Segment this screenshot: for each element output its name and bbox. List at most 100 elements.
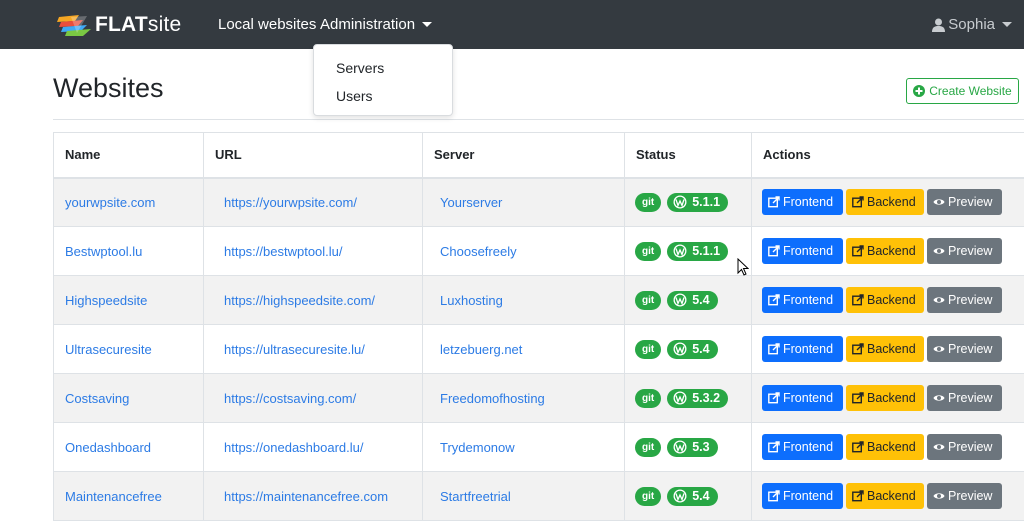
server-link[interactable]: Freedomofhosting	[440, 391, 545, 406]
cell-url: https://costsaving.com/	[203, 373, 423, 423]
wordpress-icon	[673, 293, 687, 307]
table-header-row: Name URL Server Status Actions	[53, 132, 1024, 179]
site-url-link[interactable]: https://highspeedsite.com/	[224, 293, 375, 308]
git-badge: git	[635, 241, 662, 261]
backend-button[interactable]: Backend	[846, 385, 924, 411]
cell-actions: Frontend Backend Preview	[751, 177, 1024, 227]
git-badge: git	[635, 339, 662, 359]
cell-server: Yourserver	[422, 177, 625, 227]
site-url-link[interactable]: https://maintenancefree.com	[224, 489, 388, 504]
websites-table: Name URL Server Status Actions yourwpsit…	[53, 132, 1024, 521]
preview-button[interactable]: Preview	[927, 238, 1002, 264]
server-link[interactable]: Trydemonow	[440, 440, 515, 455]
divider	[53, 119, 1024, 120]
preview-button[interactable]: Preview	[927, 287, 1002, 313]
top-navbar: FLATsite Local websites Administration S…	[0, 0, 1024, 49]
preview-button[interactable]: Preview	[927, 434, 1002, 460]
site-url-link[interactable]: https://costsaving.com/	[224, 391, 356, 406]
nav-local-websites[interactable]: Local websites	[218, 16, 316, 33]
git-badge: git	[635, 290, 662, 310]
preview-button[interactable]: Preview	[927, 385, 1002, 411]
column-header-url: URL	[203, 132, 423, 179]
preview-label: Preview	[948, 195, 993, 210]
table-row: Highspeedsite https://highspeedsite.com/…	[53, 275, 1024, 325]
backend-label: Backend	[867, 391, 916, 405]
eye-icon	[933, 248, 945, 254]
site-url-link[interactable]: https://yourwpsite.com/	[224, 195, 357, 210]
user-menu[interactable]: Sophia	[932, 16, 1012, 33]
dropdown-item-servers[interactable]: Servers	[336, 60, 384, 76]
external-link-icon	[852, 343, 864, 355]
server-link[interactable]: Startfreetrial	[440, 489, 511, 504]
site-url-link[interactable]: https://onedashboard.lu/	[224, 440, 364, 455]
external-link-icon	[768, 196, 780, 208]
site-name-link[interactable]: Costsaving	[65, 391, 129, 406]
plus-circle-icon	[913, 85, 926, 97]
backend-button[interactable]: Backend	[846, 287, 924, 313]
cell-status: git 5.4	[624, 471, 752, 521]
frontend-button[interactable]: Frontend	[762, 189, 843, 216]
cell-server: Startfreetrial	[422, 471, 625, 521]
cell-actions: Frontend Backend Preview	[751, 373, 1024, 423]
backend-button[interactable]: Backend	[846, 336, 924, 362]
site-name-link[interactable]: Onedashboard	[65, 440, 151, 455]
backend-button[interactable]: Backend	[846, 189, 924, 216]
nav-administration[interactable]: Administration	[320, 16, 433, 33]
table-row: Costsaving https://costsaving.com/ Freed…	[53, 373, 1024, 423]
cell-name: yourwpsite.com	[53, 177, 204, 227]
preview-label: Preview	[948, 391, 993, 405]
server-link[interactable]: Luxhosting	[440, 293, 503, 308]
server-link[interactable]: Choosefreely	[440, 244, 517, 259]
frontend-label: Frontend	[783, 293, 834, 307]
external-link-icon	[852, 294, 864, 306]
backend-label: Backend	[867, 489, 916, 503]
backend-label: Backend	[867, 440, 916, 454]
cell-name: Maintenancefree	[53, 471, 204, 521]
dropdown-item-users[interactable]: Users	[336, 88, 373, 104]
brand-logo[interactable]: FLATsite	[57, 12, 181, 38]
wordpress-version: 5.1.1	[692, 244, 721, 258]
cell-server: Luxhosting	[422, 275, 625, 325]
eye-icon	[933, 493, 945, 499]
frontend-button[interactable]: Frontend	[762, 238, 843, 264]
backend-label: Backend	[867, 244, 916, 258]
frontend-label: Frontend	[783, 489, 834, 503]
cell-name: Ultrasecuresite	[53, 324, 204, 374]
cell-server: Trydemonow	[422, 422, 625, 472]
frontend-button[interactable]: Frontend	[762, 385, 843, 411]
frontend-button[interactable]: Frontend	[762, 434, 843, 460]
server-link[interactable]: Yourserver	[440, 195, 502, 210]
create-website-button[interactable]: Create Website	[906, 78, 1019, 104]
backend-button[interactable]: Backend	[846, 238, 924, 264]
site-name-link[interactable]: Maintenancefree	[65, 489, 162, 504]
site-url-link[interactable]: https://ultrasecuresite.lu/	[224, 342, 365, 357]
backend-button[interactable]: Backend	[846, 434, 924, 460]
nav-administration-label: Administration	[320, 16, 416, 33]
site-name-link[interactable]: yourwpsite.com	[65, 195, 155, 210]
preview-button[interactable]: Preview	[927, 336, 1002, 362]
server-link[interactable]: letzebuerg.net	[440, 342, 522, 357]
site-name-link[interactable]: Highspeedsite	[65, 293, 147, 308]
cell-url: https://bestwptool.lu/	[203, 226, 423, 276]
site-name-link[interactable]: Ultrasecuresite	[65, 342, 152, 357]
wordpress-version: 5.4	[692, 342, 710, 356]
column-header-status: Status	[624, 132, 752, 179]
external-link-icon	[852, 245, 864, 257]
external-link-icon	[768, 490, 780, 502]
site-name-link[interactable]: Bestwptool.lu	[65, 244, 142, 259]
preview-button[interactable]: Preview	[927, 189, 1002, 216]
git-badge: git	[635, 486, 662, 506]
wordpress-version: 5.1.1	[692, 195, 721, 210]
wordpress-version: 5.4	[692, 293, 710, 307]
site-url-link[interactable]: https://bestwptool.lu/	[224, 244, 343, 259]
preview-button[interactable]: Preview	[927, 483, 1002, 509]
frontend-button[interactable]: Frontend	[762, 483, 843, 509]
external-link-icon	[768, 343, 780, 355]
frontend-button[interactable]: Frontend	[762, 336, 843, 362]
frontend-button[interactable]: Frontend	[762, 287, 843, 313]
administration-dropdown: Servers Users	[313, 44, 453, 116]
cell-actions: Frontend Backend Preview	[751, 275, 1024, 325]
create-website-label: Create Website	[929, 84, 1012, 98]
chevron-down-icon	[422, 22, 433, 27]
backend-button[interactable]: Backend	[846, 483, 924, 509]
